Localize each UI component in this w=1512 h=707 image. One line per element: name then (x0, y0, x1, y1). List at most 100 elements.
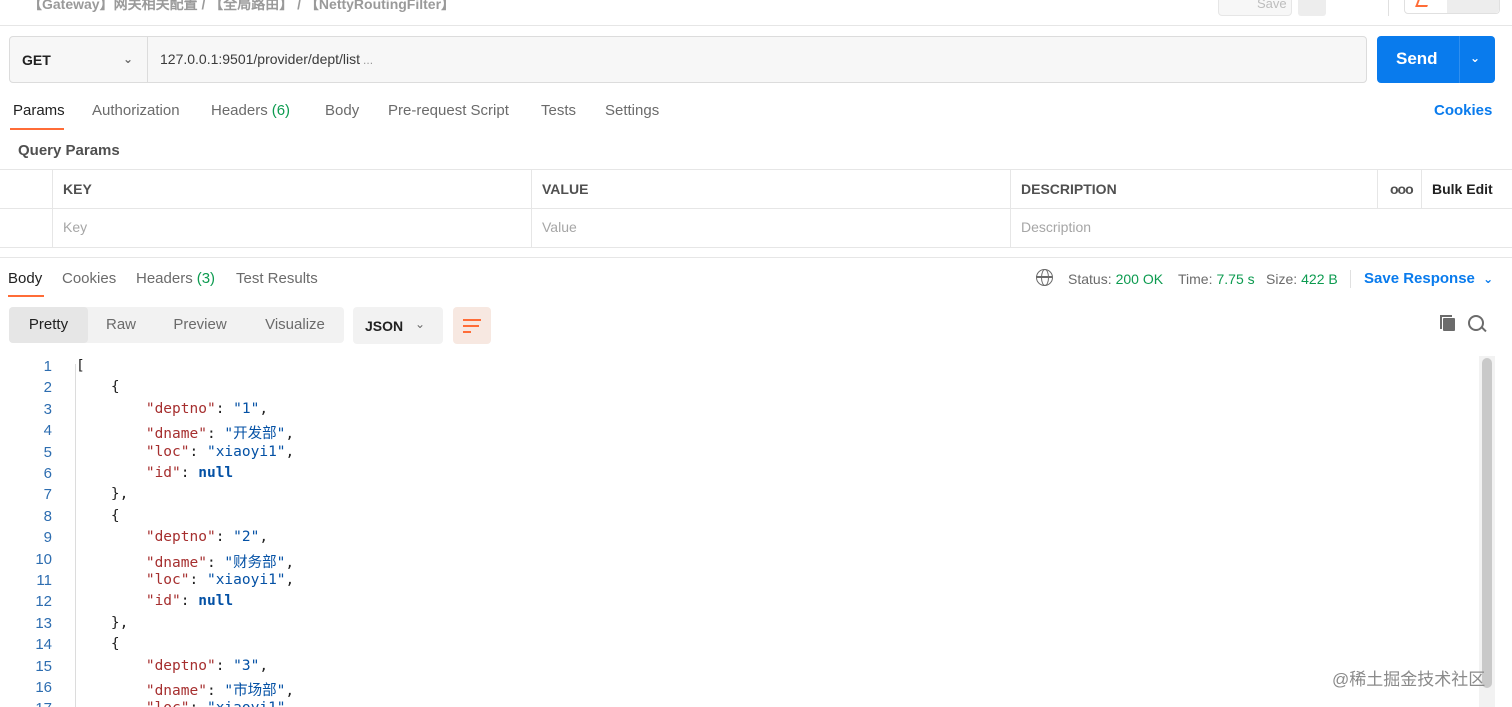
view-raw[interactable]: Raw (88, 307, 154, 343)
line-number: 2 (43, 379, 52, 397)
line-number: 9 (43, 529, 52, 547)
line-number: 8 (43, 507, 52, 525)
scrollbar-thumb[interactable] (1482, 358, 1492, 688)
code-line: "deptno": "1", (145, 400, 269, 417)
params-empty-row: Key Value Description (0, 209, 1512, 248)
view-visualize[interactable]: Visualize (246, 307, 344, 343)
code-line: "id": null (145, 593, 234, 610)
save-response-button[interactable]: Save Response ⌄ (1364, 270, 1493, 287)
url-input[interactable]: 127.0.0.1:9501/provider/dept/list... (160, 51, 373, 67)
tab-response-cookies[interactable]: Cookies (62, 270, 116, 287)
tab-authorization[interactable]: Authorization (92, 102, 180, 119)
globe-icon[interactable] (1036, 269, 1053, 286)
line-number: 4 (43, 422, 52, 440)
save-options-button[interactable] (1298, 0, 1326, 16)
line-number: 13 (35, 614, 52, 632)
wrap-icon-line (463, 325, 479, 327)
active-tab-indicator (8, 295, 44, 297)
comment-icon[interactable] (1447, 0, 1499, 13)
bulk-edit-button[interactable]: Bulk Edit (1421, 170, 1512, 208)
code-line: "loc": "xiaoyi1", (145, 572, 295, 588)
more-options-button[interactable]: ooo (1377, 170, 1421, 208)
view-pretty[interactable]: Pretty (9, 307, 88, 343)
toolbar-divider (1388, 0, 1389, 16)
line-number: 11 (36, 572, 52, 589)
breadcrumb[interactable]: 【Gateway】网关相关配置 / 【全局路由】 / 【NettyRouting… (28, 0, 455, 14)
code-line: "dname": "市场部", (145, 683, 295, 699)
key-column-header: KEY (52, 170, 531, 208)
pencil-icon[interactable] (1415, 0, 1431, 7)
code-line: }, (76, 486, 129, 503)
active-tab-indicator (10, 128, 64, 130)
line-number: 16 (35, 679, 52, 696)
view-preview[interactable]: Preview (154, 307, 246, 343)
code-line: "deptno": "3", (145, 657, 269, 674)
value-input[interactable]: Value (531, 209, 1010, 248)
size-info[interactable]: Size: 422 B (1266, 271, 1338, 287)
line-number: 14 (35, 636, 52, 654)
code-line: "loc": "xiaoyi1", (145, 443, 295, 460)
send-button[interactable]: Send ⌄ (1377, 36, 1495, 83)
tab-headers[interactable]: Headers (6) (211, 102, 290, 119)
meta-divider (1350, 270, 1351, 288)
description-input[interactable]: Description (1010, 209, 1512, 248)
chevron-down-icon: ⌄ (1483, 272, 1494, 286)
wrap-lines-button[interactable] (453, 307, 491, 344)
code-line: "dname": "开发部", (145, 426, 295, 443)
tab-params[interactable]: Params (13, 102, 65, 119)
code-line: }, (76, 614, 129, 631)
panel-divider[interactable] (0, 248, 1512, 258)
tab-settings[interactable]: Settings (605, 102, 659, 119)
more-icon: ooo (1390, 181, 1414, 197)
top-header: 【Gateway】网关相关配置 / 【全局路由】 / 【NettyRouting… (0, 0, 1512, 26)
key-input[interactable]: Key (52, 209, 531, 248)
response-headers-count: (3) (196, 270, 216, 287)
edit-comment-group[interactable] (1404, 0, 1500, 14)
time-info[interactable]: Time: 7.75 s (1178, 271, 1255, 287)
method-select[interactable]: GET ⌄ (10, 37, 148, 82)
line-number: 5 (43, 443, 52, 461)
save-button[interactable]: Save (1218, 0, 1292, 16)
copy-icon[interactable] (1440, 315, 1456, 331)
code-line: { (76, 636, 120, 653)
line-number: 3 (43, 400, 52, 418)
tab-response-headers[interactable]: Headers (3) (136, 270, 215, 287)
params-header-row: KEY VALUE DESCRIPTION ooo Bulk Edit (0, 170, 1512, 209)
chevron-down-icon[interactable]: ⌄ (1470, 51, 1480, 65)
code-line: "deptno": "2", (145, 529, 269, 546)
response-body-editor[interactable]: 1[2 {3 "deptno": "1", 4 "dname": "开发部", 5 … (0, 356, 1478, 707)
line-number: 1 (43, 358, 52, 375)
tab-pre-request-script[interactable]: Pre-request Script (388, 102, 509, 119)
status-info[interactable]: Status: 200 OK (1068, 271, 1163, 287)
editor-scrollbar[interactable] (1479, 356, 1495, 707)
format-label: JSON (365, 318, 404, 334)
query-params-title: Query Params (18, 142, 120, 159)
code-line: "dname": "财务部", (145, 554, 295, 571)
watermark: @稀土掘金技术社区 (1332, 670, 1486, 689)
tab-tests[interactable]: Tests (541, 102, 576, 119)
line-number: 12 (35, 593, 52, 611)
code-line: "id": null (145, 465, 234, 481)
request-tabs: Params Authorization Headers (6) Body Pre… (0, 98, 1512, 130)
chevron-down-icon: ⌄ (415, 317, 426, 331)
code-line: "loc": "xiaoyi1", (76, 700, 294, 707)
time-value: 7.75 s (1216, 271, 1255, 287)
wrap-icon-line (463, 331, 471, 333)
tab-body[interactable]: Body (325, 102, 359, 119)
line-number: 15 (35, 657, 52, 675)
request-bar: GET ⌄ 127.0.0.1:9501/provider/dept/list.… (9, 36, 1367, 83)
code-line: { (76, 379, 120, 396)
size-value: 422 B (1301, 271, 1338, 287)
format-select[interactable]: JSON ⌄ (353, 307, 443, 344)
view-mode-selector: Pretty Raw Preview Visualize (9, 307, 344, 343)
status-value: 200 OK (1115, 271, 1164, 287)
search-icon[interactable] (1468, 315, 1486, 333)
line-number: 7 (43, 486, 52, 504)
tab-response-body[interactable]: Body (8, 270, 42, 287)
tab-test-results[interactable]: Test Results (236, 270, 318, 287)
params-table: KEY VALUE DESCRIPTION ooo Bulk Edit Key … (0, 169, 1512, 248)
url-text: 127.0.0.1:9501/provider/dept/list (160, 51, 361, 67)
send-divider (1459, 36, 1460, 83)
cookies-link[interactable]: Cookies (1434, 102, 1492, 119)
row-checkbox (0, 209, 52, 248)
